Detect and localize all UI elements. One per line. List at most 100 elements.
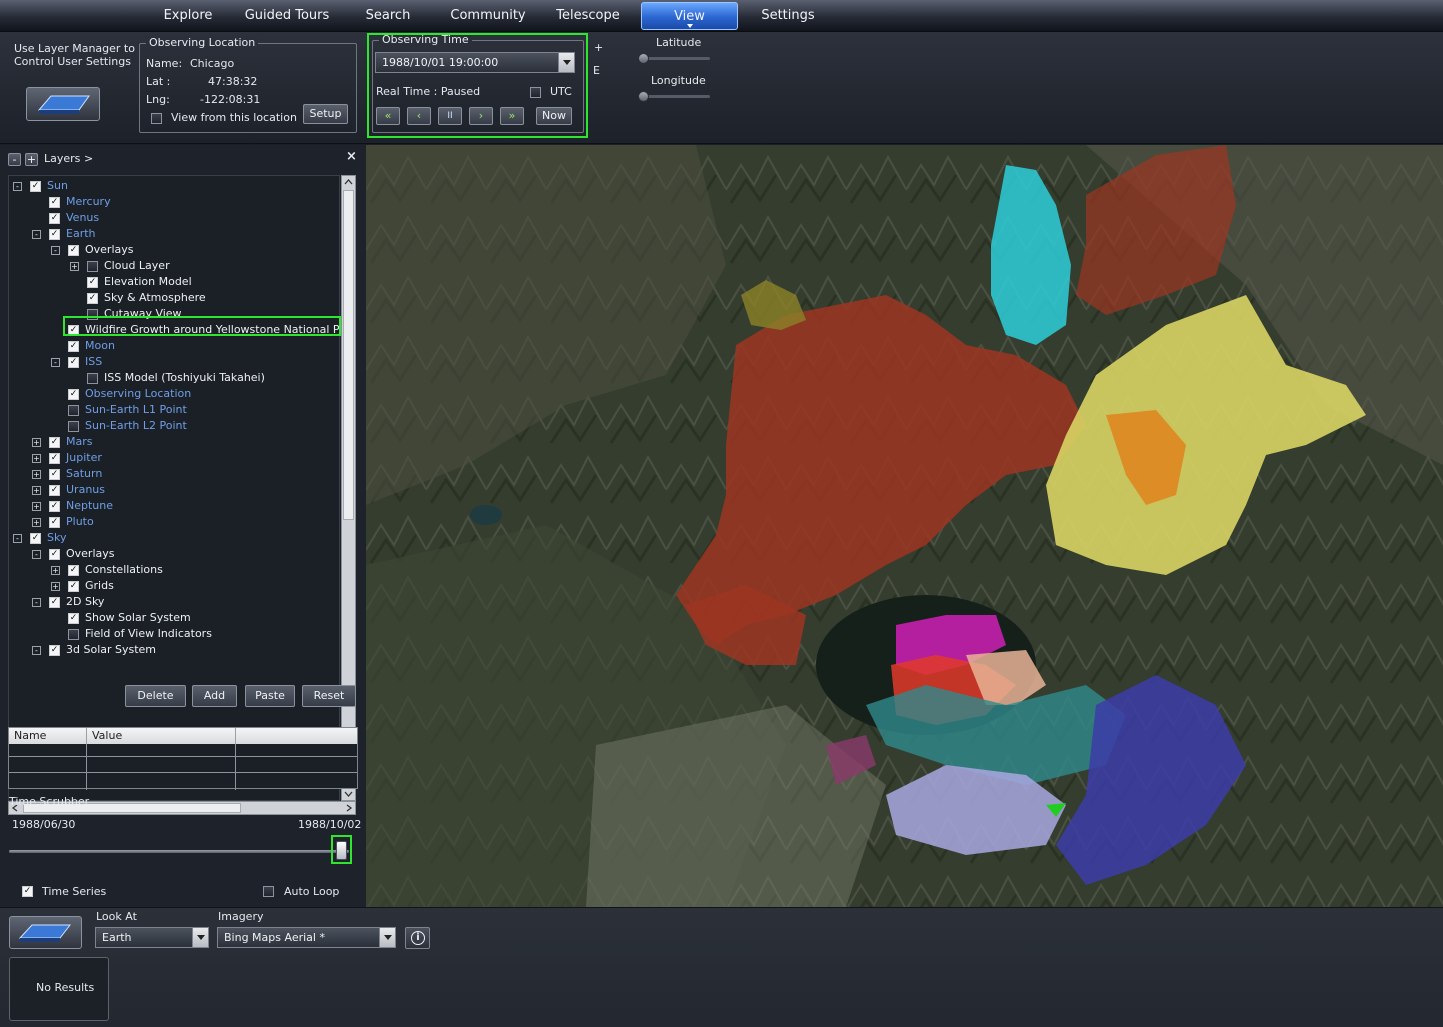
layer-tree-item[interactable]: ✓ Mercury xyxy=(9,194,339,210)
collapse-all-button[interactable]: - xyxy=(8,153,21,166)
scroll-up-icon[interactable] xyxy=(342,176,355,188)
layer-visibility-checkbox[interactable]: ✓ xyxy=(49,501,60,512)
view-from-location-checkbox[interactable] xyxy=(151,113,162,124)
time-series-checkbox[interactable]: ✓ xyxy=(22,886,33,897)
layer-tree-item[interactable]: - ✓ Sky xyxy=(9,530,339,546)
layer-tree-scroll-thumb[interactable] xyxy=(343,190,354,520)
expand-node-icon[interactable]: + xyxy=(32,454,41,463)
layer-visibility-checkbox[interactable]: ✓ xyxy=(68,581,79,592)
layer-visibility-checkbox[interactable]: ✓ xyxy=(49,229,60,240)
layer-tree-item[interactable]: - ✓ Overlays xyxy=(9,242,339,258)
layer-tree-item[interactable]: + ✓ Uranus xyxy=(9,482,339,498)
tab-telescope[interactable]: Telescope xyxy=(548,2,628,30)
layer-manager-button[interactable] xyxy=(26,87,100,121)
look-at-dropdown[interactable]: Earth xyxy=(95,927,209,948)
collapse-node-icon[interactable]: - xyxy=(13,534,22,543)
layer-visibility-checkbox[interactable] xyxy=(87,373,98,384)
collapse-node-icon[interactable]: - xyxy=(32,598,41,607)
setup-button[interactable]: Setup xyxy=(303,104,348,124)
layer-visibility-checkbox[interactable]: ✓ xyxy=(68,341,79,352)
satellite-map[interactable] xyxy=(366,145,1443,907)
layer-tree-item[interactable]: ISS Model (Toshiyuki Takahei) xyxy=(9,370,339,386)
longitude-slider[interactable] xyxy=(640,95,710,98)
tab-settings[interactable]: Settings xyxy=(750,2,826,30)
layer-tree-item[interactable]: + ✓ Jupiter xyxy=(9,450,339,466)
layer-tree-item[interactable]: - ✓ Overlays xyxy=(9,546,339,562)
layer-visibility-checkbox[interactable]: ✓ xyxy=(49,645,60,656)
expand-node-icon[interactable]: + xyxy=(32,518,41,527)
collapse-node-icon[interactable]: - xyxy=(32,646,41,655)
layer-visibility-checkbox[interactable]: ✓ xyxy=(49,597,60,608)
layer-tree-item[interactable]: Field of View Indicators xyxy=(9,626,339,642)
layer-tree-item[interactable]: + ✓ Saturn xyxy=(9,466,339,482)
layer-tree-item[interactable]: + Cloud Layer xyxy=(9,258,339,274)
layer-tree-item[interactable]: ✓ Sky & Atmosphere xyxy=(9,290,339,306)
layer-visibility-checkbox[interactable]: ✓ xyxy=(68,245,79,256)
delete-button[interactable]: Delete xyxy=(125,685,186,707)
layer-tree-item[interactable]: Sun-Earth L1 Point xyxy=(9,402,339,418)
layer-visibility-checkbox[interactable]: ✓ xyxy=(49,453,60,464)
layer-tree-item[interactable]: ✓ Moon xyxy=(9,338,339,354)
tab-search[interactable]: Search xyxy=(352,2,424,30)
collapse-node-icon[interactable]: - xyxy=(51,358,60,367)
layer-visibility-checkbox[interactable]: ✓ xyxy=(49,437,60,448)
expand-node-icon[interactable]: + xyxy=(32,438,41,447)
layer-visibility-checkbox[interactable] xyxy=(68,405,79,416)
layer-visibility-checkbox[interactable] xyxy=(87,261,98,272)
layer-tree-item[interactable]: ✓ Show Solar System xyxy=(9,610,339,626)
expand-node-icon[interactable]: + xyxy=(32,502,41,511)
layer-visibility-checkbox[interactable] xyxy=(68,629,79,640)
layer-tree-item[interactable]: + ✓ Neptune xyxy=(9,498,339,514)
close-icon[interactable]: × xyxy=(346,149,357,164)
layer-tree-item[interactable]: - ✓ 2D Sky xyxy=(9,594,339,610)
layer-tree-item[interactable]: - ✓ Sun xyxy=(9,178,339,194)
layer-tree-vertical-scrollbar[interactable] xyxy=(341,175,356,801)
side-plus-label[interactable]: + xyxy=(594,41,603,54)
layer-tree-item[interactable]: ✓ Observing Location xyxy=(9,386,339,402)
expand-all-button[interactable]: + xyxy=(25,153,38,166)
layer-tree-item[interactable]: + ✓ Pluto xyxy=(9,514,339,530)
layer-tree-item[interactable]: + ✓ Constellations xyxy=(9,562,339,578)
expand-node-icon[interactable]: + xyxy=(51,566,60,575)
layer-visibility-checkbox[interactable]: ✓ xyxy=(68,613,79,624)
paste-button[interactable]: Paste xyxy=(245,685,295,707)
add-button[interactable]: Add xyxy=(192,685,237,707)
scroll-right-icon[interactable] xyxy=(343,802,355,814)
layer-tree-item[interactable]: Sun-Earth L2 Point xyxy=(9,418,339,434)
auto-loop-checkbox[interactable] xyxy=(263,886,274,897)
expand-node-icon[interactable]: + xyxy=(32,486,41,495)
imagery-dropdown[interactable]: Bing Maps Aerial * xyxy=(217,927,396,948)
layer-visibility-checkbox[interactable]: ✓ xyxy=(68,389,79,400)
layer-tree-item[interactable]: + ✓ Grids xyxy=(9,578,339,594)
layer-visibility-checkbox[interactable]: ✓ xyxy=(49,469,60,480)
latitude-slider[interactable] xyxy=(640,57,710,60)
latitude-slider-knob[interactable] xyxy=(638,53,649,64)
layer-visibility-checkbox[interactable]: ✓ xyxy=(49,485,60,496)
layer-tree-item[interactable]: ✓ Elevation Model xyxy=(9,274,339,290)
collapse-node-icon[interactable]: - xyxy=(13,182,22,191)
layer-visibility-checkbox[interactable]: ✓ xyxy=(87,293,98,304)
reset-button[interactable]: Reset xyxy=(302,685,356,707)
layer-visibility-checkbox[interactable]: ✓ xyxy=(30,181,41,192)
collapse-node-icon[interactable]: - xyxy=(32,230,41,239)
tab-view[interactable]: View xyxy=(641,2,738,30)
tab-explore[interactable]: Explore xyxy=(150,2,226,30)
expand-node-icon[interactable]: + xyxy=(51,582,60,591)
info-button[interactable]: i xyxy=(405,927,430,949)
layer-tree-item[interactable]: ✓ Venus xyxy=(9,210,339,226)
earth-map-view[interactable] xyxy=(366,145,1443,907)
layer-visibility-checkbox[interactable]: ✓ xyxy=(49,213,60,224)
layer-tree-item[interactable]: - ✓ Earth xyxy=(9,226,339,242)
collapse-node-icon[interactable]: - xyxy=(51,246,60,255)
layer-visibility-checkbox[interactable]: ✓ xyxy=(49,197,60,208)
layer-manager-toggle-button[interactable] xyxy=(9,916,82,949)
layer-visibility-checkbox[interactable]: ✓ xyxy=(68,565,79,576)
layer-visibility-checkbox[interactable]: ✓ xyxy=(49,549,60,560)
layer-visibility-checkbox[interactable]: ✓ xyxy=(49,517,60,528)
layer-tree-item[interactable]: + ✓ Mars xyxy=(9,434,339,450)
layer-tree-item[interactable]: - ✓ 3d Solar System xyxy=(9,642,339,658)
tab-community[interactable]: Community xyxy=(440,2,536,30)
layer-visibility-checkbox[interactable]: ✓ xyxy=(68,357,79,368)
collapse-node-icon[interactable]: - xyxy=(32,550,41,559)
layer-visibility-checkbox[interactable] xyxy=(68,421,79,432)
